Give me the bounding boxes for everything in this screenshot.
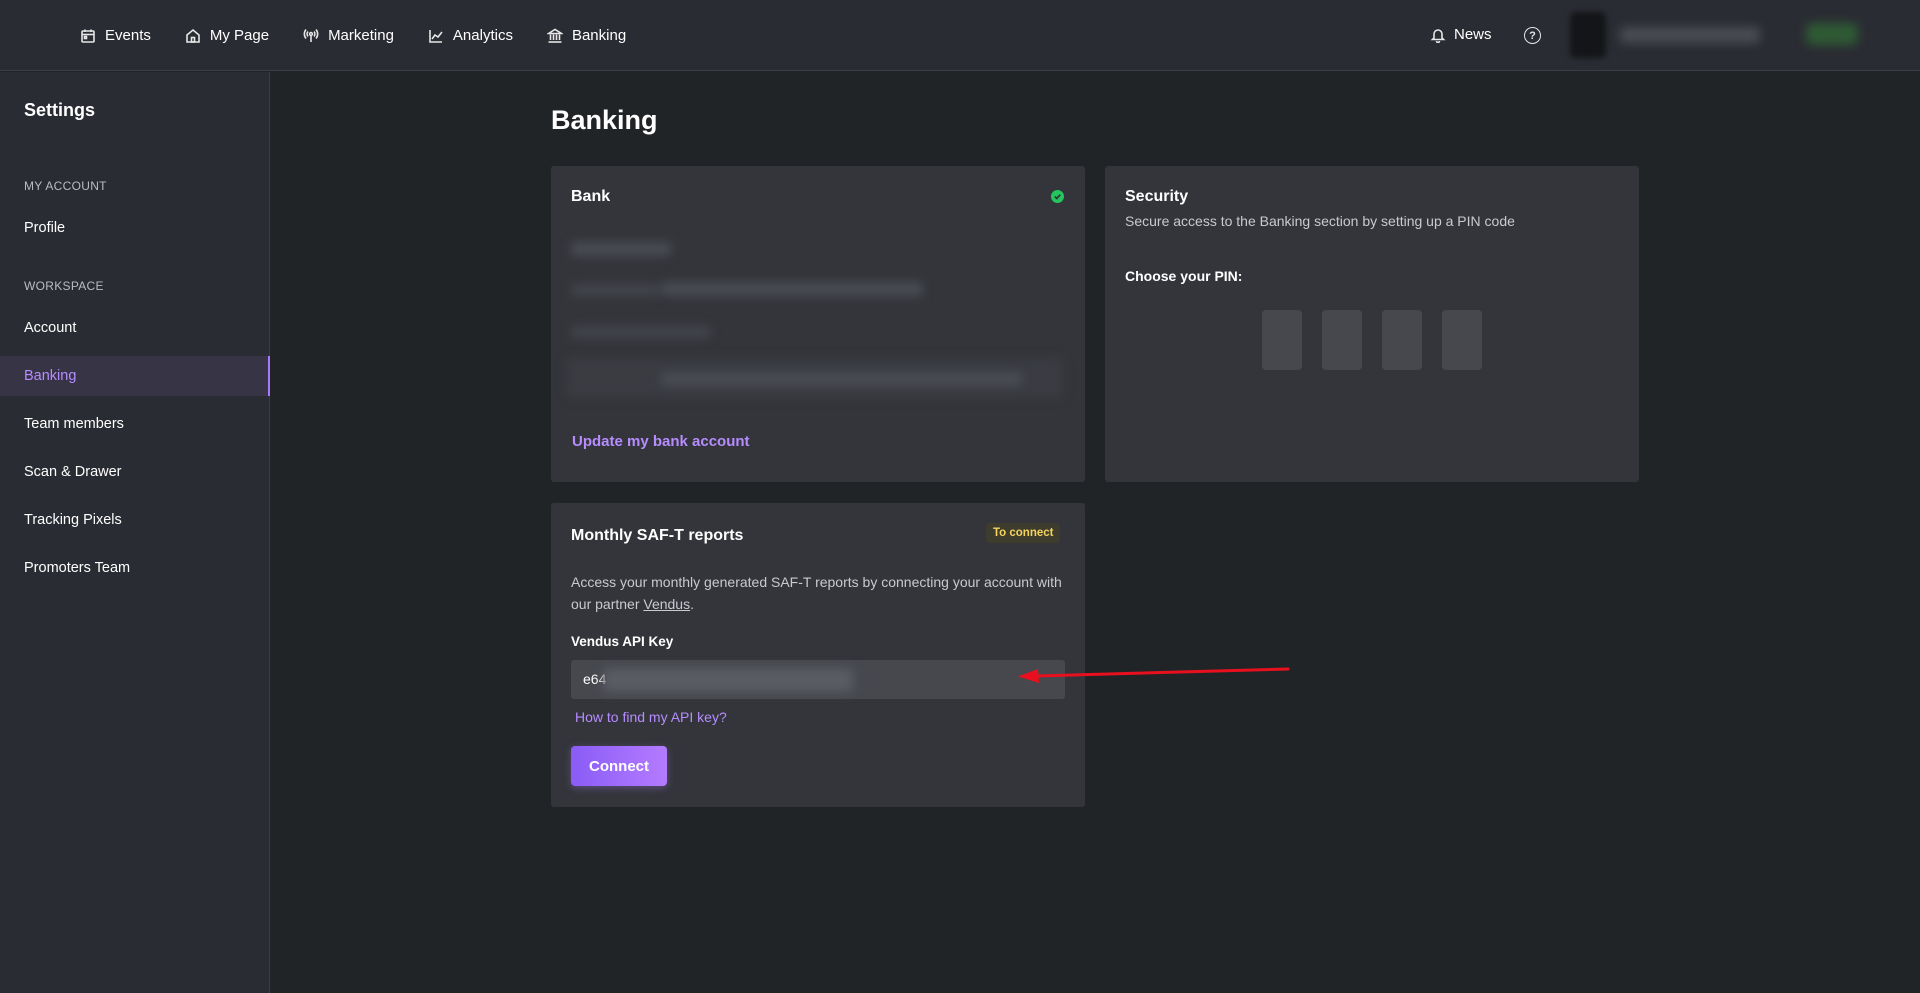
nav-analytics[interactable]: Analytics	[428, 27, 513, 44]
vendus-link[interactable]: Vendus	[643, 596, 690, 612]
sidebar-item-profile[interactable]: Profile	[0, 208, 270, 248]
sidebar-item-promoters-team[interactable]: Promoters Team	[0, 548, 270, 588]
saft-card-title: Monthly SAF-T reports	[571, 527, 744, 544]
bank-field-redacted	[571, 326, 711, 338]
section-label-my-account: MY ACCOUNT	[24, 179, 107, 193]
news-button[interactable]: News	[1430, 26, 1492, 43]
top-navbar: Events My Page Marketing Analytics Banki…	[0, 0, 1920, 71]
avatar[interactable]	[1570, 12, 1606, 58]
sidebar-item-account[interactable]: Account	[0, 308, 270, 348]
connect-button[interactable]: Connect	[571, 746, 667, 786]
bank-field-value-redacted	[661, 282, 923, 296]
api-key-input[interactable]: e64	[571, 660, 1065, 699]
security-card-title: Security	[1125, 188, 1189, 205]
section-label-workspace: WORKSPACE	[24, 279, 104, 293]
update-bank-account-link[interactable]: Update my bank account	[572, 433, 750, 450]
api-key-label: Vendus API Key	[571, 634, 674, 649]
chart-line-icon	[429, 29, 443, 43]
pin-label: Choose your PIN:	[1125, 268, 1243, 284]
user-name-redacted[interactable]	[1620, 27, 1760, 43]
settings-sidebar: Settings MY ACCOUNT Profile WORKSPACE Ac…	[0, 72, 270, 993]
bank-card-title: Bank	[571, 188, 611, 205]
bank-iban-value-redacted	[661, 372, 1023, 386]
calendar-icon	[81, 29, 95, 43]
bank-name-redacted	[571, 242, 671, 256]
broadcast-icon	[303, 28, 319, 42]
check-circle-icon	[1051, 190, 1064, 203]
pin-digit-1[interactable]	[1262, 310, 1302, 370]
nav-events-label: Events	[105, 27, 151, 44]
main-nav: Events My Page Marketing Analytics Banki…	[80, 0, 626, 71]
question-circle-icon[interactable]: ?	[1524, 27, 1541, 44]
bank-card: Bank Update my bank account	[551, 166, 1085, 482]
api-key-value-redacted	[603, 668, 853, 692]
sidebar-item-tracking-pixels[interactable]: Tracking Pixels	[0, 500, 270, 540]
nav-marketing-label: Marketing	[328, 27, 394, 44]
home-icon	[186, 28, 200, 43]
sidebar-title: Settings	[24, 100, 96, 120]
find-api-key-link[interactable]: How to find my API key?	[575, 709, 727, 725]
sidebar-item-team-members[interactable]: Team members	[0, 404, 270, 444]
user-badge-redacted[interactable]	[1806, 23, 1858, 45]
saft-description: Access your monthly generated SAF-T repo…	[571, 571, 1071, 615]
nav-my-page-label: My Page	[209, 27, 270, 44]
pin-digit-4[interactable]	[1442, 310, 1482, 370]
status-badge: To connect	[986, 523, 1061, 543]
bank-field-label-redacted	[571, 284, 661, 296]
nav-events[interactable]: Events	[80, 27, 151, 44]
page-title: Banking	[551, 105, 658, 135]
sidebar-item-banking[interactable]: Banking	[0, 356, 270, 396]
annotation-arrow-icon	[1018, 667, 1290, 683]
saft-card: Monthly SAF-T reports To connect Access …	[551, 503, 1085, 807]
nav-banking-label: Banking	[571, 27, 627, 44]
pin-digit-3[interactable]	[1382, 310, 1422, 370]
nav-banking[interactable]: Banking	[546, 27, 627, 44]
news-label: News	[1454, 26, 1492, 43]
security-card: Security Secure access to the Banking se…	[1105, 166, 1639, 482]
sidebar-item-scan-drawer[interactable]: Scan & Drawer	[0, 452, 270, 492]
pin-digit-2[interactable]	[1322, 310, 1362, 370]
bank-icon	[546, 28, 563, 43]
bell-icon	[1430, 28, 1446, 43]
nav-my-page[interactable]: My Page	[185, 27, 269, 44]
security-subtitle: Secure access to the Banking section by …	[1125, 213, 1515, 229]
nav-analytics-label: Analytics	[452, 27, 513, 44]
nav-marketing[interactable]: Marketing	[303, 27, 394, 44]
saft-description-end: .	[690, 596, 694, 612]
